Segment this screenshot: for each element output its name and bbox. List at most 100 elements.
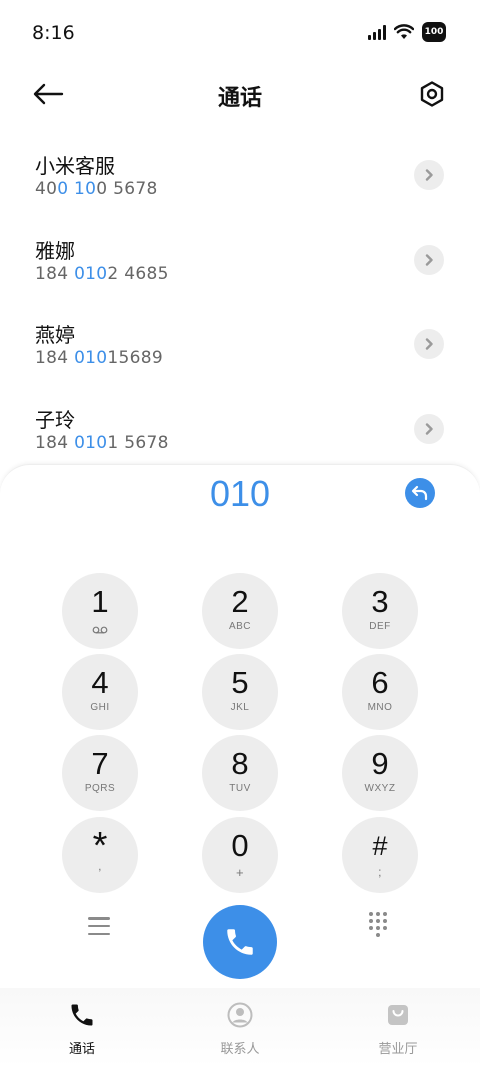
settings-button[interactable] — [414, 76, 450, 112]
nav-label: 营业厅 — [378, 1042, 418, 1057]
chevron-right-icon — [425, 169, 433, 181]
chevron-right-icon — [425, 422, 433, 435]
number-pre: 184 — [35, 348, 75, 368]
number-post: 1 5678 — [107, 432, 169, 453]
phone-icon — [227, 929, 253, 955]
battery-badge-text: 100 — [424, 27, 444, 37]
bag-icon — [388, 1005, 408, 1025]
undo-arrow-icon — [411, 485, 428, 501]
chevron-right-icon — [425, 338, 433, 350]
key-letters: TUV — [229, 783, 251, 794]
page-title: 通话 — [217, 86, 262, 111]
key-digit: 2 — [231, 584, 249, 619]
dialer-panel: 010 1 2 ABC 3 DEF 4 GHI 5 JKL 6 MNO 7 PQ… — [0, 464, 480, 1067]
key-letters: ; — [378, 865, 382, 879]
contact-name: 燕婷 — [35, 323, 75, 347]
menu-button[interactable] — [84, 913, 114, 939]
menu-line — [88, 932, 110, 935]
key-digit: 4 — [91, 665, 109, 700]
key-3[interactable]: 3 DEF — [342, 573, 418, 649]
key-letters: WXYZ — [364, 783, 396, 794]
key-digit: 6 — [371, 665, 389, 700]
key-digit: 8 — [231, 746, 249, 781]
list-item[interactable]: 燕婷 184 01015689 — [0, 301, 480, 386]
person-icon — [227, 1002, 253, 1028]
key-1[interactable]: 1 — [62, 573, 138, 649]
wifi-icon — [394, 24, 414, 39]
signal-icon — [368, 24, 386, 40]
key-digit: 1 — [91, 584, 109, 619]
contact-number: 184 0101 5678 — [35, 433, 169, 453]
contact-detail-button[interactable] — [414, 329, 444, 359]
key-5[interactable]: 5 JKL — [202, 654, 278, 730]
status-bar: 8:16 100 — [0, 0, 480, 64]
contact-detail-button[interactable] — [414, 160, 444, 190]
key-digit: 0 — [231, 828, 249, 863]
key-digit: 5 — [231, 665, 249, 700]
nav-icon-wrap — [32, 1000, 132, 1030]
contact-detail-button[interactable] — [414, 413, 444, 444]
nav-icon-wrap — [348, 1000, 448, 1030]
list-item[interactable]: 子玲 184 0101 5678 — [0, 386, 480, 471]
contact-name: 子玲 — [35, 407, 75, 432]
key-9[interactable]: 9 WXYZ — [342, 735, 418, 811]
status-time: 8:16 — [32, 22, 75, 44]
collapse-dialer-button[interactable] — [405, 478, 435, 508]
key-letters: + — [235, 865, 245, 880]
contact-number: 184 01015689 — [35, 348, 163, 368]
key-4[interactable]: 4 GHI — [62, 654, 138, 730]
battery-icon: 100 — [422, 22, 446, 42]
number-match: 010 — [74, 263, 108, 284]
nav-label: 通话 — [68, 1042, 95, 1057]
phone-icon — [71, 1004, 93, 1026]
keypad-toggle-button[interactable] — [368, 911, 394, 941]
nav-calls[interactable]: 通话 — [32, 1000, 132, 1057]
key-digit: 7 — [91, 746, 109, 781]
list-item[interactable]: 小米客服 400 100 5678 — [0, 132, 480, 217]
number-match: 0 10 — [57, 179, 97, 199]
key-6[interactable]: 6 MNO — [342, 654, 418, 730]
chevron-right-icon — [425, 253, 433, 266]
menu-line — [88, 924, 110, 928]
number-post: 2 4685 — [107, 263, 169, 284]
key-7[interactable]: 7 PQRS — [62, 735, 138, 811]
key-digit: * — [92, 825, 108, 867]
key-letters: ABC — [228, 621, 252, 632]
number-pre: 184 — [35, 263, 75, 284]
nav-icon-wrap — [190, 1000, 290, 1030]
contact-detail-button[interactable] — [414, 244, 444, 275]
voicemail-icon — [92, 626, 108, 634]
number-post: 0 5678 — [96, 179, 158, 199]
number-pre: 40 — [35, 179, 58, 199]
nav-label: 联系人 — [220, 1042, 260, 1057]
number-match: 010 — [74, 432, 108, 453]
key-digit: # — [372, 831, 388, 861]
key-letters: MNO — [367, 702, 393, 713]
gear-icon — [420, 81, 444, 107]
key-2[interactable]: 2 ABC — [202, 573, 278, 649]
nav-contacts[interactable]: 联系人 — [190, 1000, 290, 1057]
key-letters: PQRS — [84, 783, 116, 794]
number-pre: 184 — [35, 432, 75, 453]
key-8[interactable]: 8 TUV — [202, 735, 278, 811]
key-digit: 9 — [371, 746, 389, 781]
key-star[interactable]: * , — [62, 817, 138, 893]
key-letters: GHI — [90, 702, 110, 713]
contact-list: 小米客服 400 100 5678 雅娜 184 0102 4685 燕婷 18… — [0, 132, 480, 470]
contact-number: 184 0102 4685 — [35, 264, 169, 284]
bottom-nav: 通话 联系人 营业厅 — [0, 988, 480, 1067]
contact-number: 400 100 5678 — [35, 179, 158, 199]
menu-line — [88, 917, 110, 920]
contact-name: 雅娜 — [35, 238, 75, 263]
contact-name: 小米客服 — [35, 154, 115, 178]
number-post: 15689 — [107, 348, 164, 368]
key-hash[interactable]: # ; — [342, 817, 418, 893]
number-match: 010 — [74, 348, 108, 368]
key-letters: DEF — [369, 621, 391, 632]
key-letters: JKL — [230, 702, 250, 713]
nav-service-hall[interactable]: 营业厅 — [348, 1000, 448, 1057]
header: 通话 — [0, 64, 480, 124]
call-button[interactable] — [203, 905, 277, 979]
list-item[interactable]: 雅娜 184 0102 4685 — [0, 217, 480, 302]
key-0[interactable]: 0 + — [202, 817, 278, 893]
